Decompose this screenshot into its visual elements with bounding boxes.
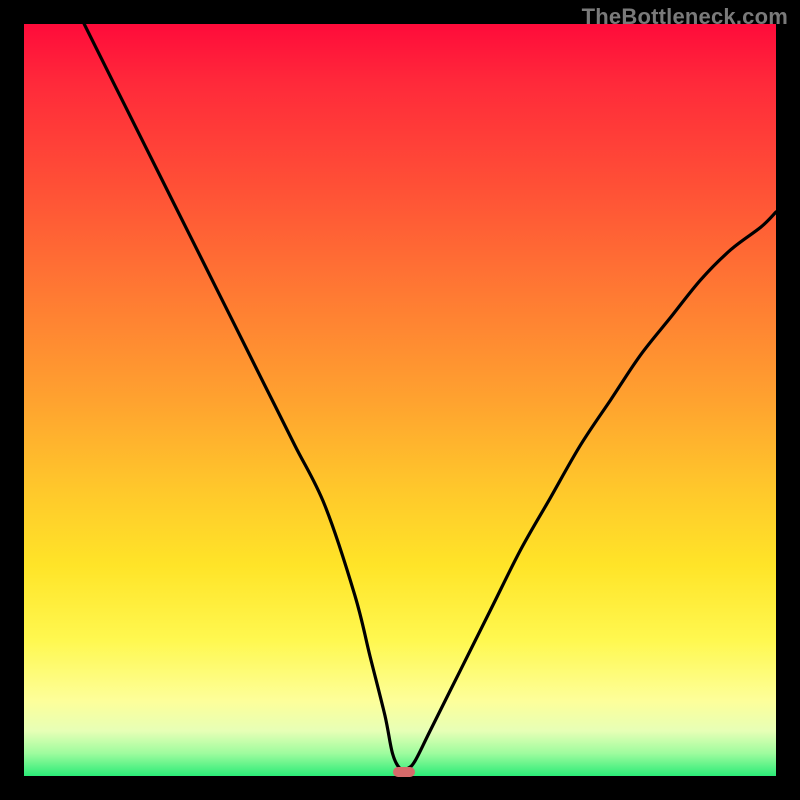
bottleneck-curve [24,24,776,776]
plot-area [24,24,776,776]
curve-path [84,24,776,770]
minimum-marker [393,767,415,777]
chart-frame: TheBottleneck.com [0,0,800,800]
